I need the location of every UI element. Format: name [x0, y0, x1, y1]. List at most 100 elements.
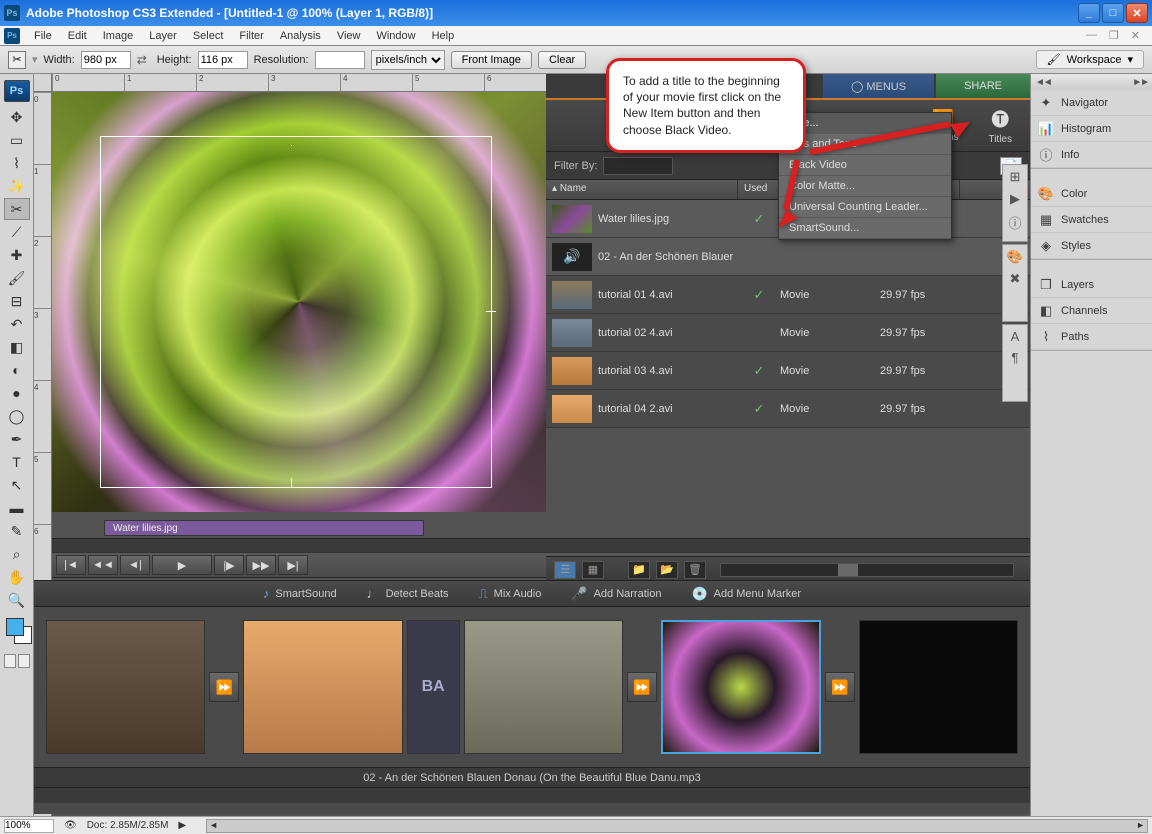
menu-view[interactable]: View — [329, 28, 369, 44]
zoom-input[interactable] — [4, 819, 54, 833]
new-folder-icon[interactable]: 📂 — [656, 561, 678, 579]
color-swatches[interactable] — [4, 616, 30, 648]
app-menu-icon[interactable]: Ps — [4, 28, 20, 44]
dock-tab-2[interactable]: 🎨✖ — [1002, 244, 1028, 322]
clear-button[interactable]: Clear — [538, 51, 586, 69]
path-tool[interactable]: ↖ — [4, 474, 30, 496]
move-tool[interactable]: ✥ — [4, 106, 30, 128]
menu-select[interactable]: Select — [185, 28, 232, 44]
play[interactable]: ▶ — [152, 555, 212, 575]
menu-image[interactable]: Image — [95, 28, 142, 44]
layers-panel[interactable]: ❐Layers — [1031, 272, 1152, 298]
titles-button[interactable]: 🅣Titles — [988, 106, 1012, 145]
add-narration-button[interactable]: 🎤Add Narration — [571, 586, 661, 602]
zoom-tool[interactable]: 🔍 — [4, 589, 30, 611]
standard-mode[interactable] — [4, 654, 16, 668]
blur-tool[interactable]: ● — [4, 382, 30, 404]
timeline-clip[interactable]: Water lilies.jpg — [104, 520, 424, 536]
media-row[interactable]: 🔊02 - An der Schönen Blauer — [546, 238, 1030, 276]
step-back[interactable]: ◄| — [120, 555, 150, 575]
styles-panel[interactable]: ◈Styles — [1031, 233, 1152, 259]
dock-tab-3[interactable]: A¶ — [1002, 324, 1028, 402]
menu-analysis[interactable]: Analysis — [272, 28, 329, 44]
clip[interactable] — [243, 620, 402, 754]
media-row[interactable]: tutorial 04 2.avi✓Movie29.97 fps — [546, 390, 1030, 428]
workspace-dropdown[interactable]: 🖌 Workspace ▾ — [1036, 50, 1144, 69]
tab-menus[interactable]: ◯ MENUS — [823, 74, 934, 98]
filter-dropdown-1[interactable] — [603, 157, 673, 175]
media-row[interactable]: tutorial 02 4.aviMovie29.97 fps — [546, 314, 1030, 352]
height-input[interactable] — [198, 51, 248, 69]
smartsound-button[interactable]: ♪SmartSound — [263, 586, 337, 601]
view-list[interactable]: ☰ — [554, 561, 576, 579]
channels-panel[interactable]: ◧Channels — [1031, 298, 1152, 324]
add-marker-button[interactable]: 💿Add Menu Marker — [691, 586, 801, 602]
resolution-input[interactable] — [315, 51, 365, 69]
eraser-tool[interactable]: ◧ — [4, 336, 30, 358]
navigator-panel[interactable]: ✦Navigator — [1031, 90, 1152, 116]
stamp-tool[interactable]: ⊟ — [4, 290, 30, 312]
transition[interactable]: ⏩ — [209, 672, 239, 702]
clip[interactable] — [859, 620, 1018, 754]
swatches-panel[interactable]: ▦Swatches — [1031, 207, 1152, 233]
transition[interactable]: ⏩ — [627, 672, 657, 702]
notes-tool[interactable]: ✎ — [4, 520, 30, 542]
trash-icon[interactable]: 🗑 — [684, 561, 706, 579]
crop-tool[interactable]: ✂ — [4, 198, 30, 220]
menu-window[interactable]: Window — [368, 28, 423, 44]
eyedropper-tool[interactable]: ⌕ — [4, 543, 30, 565]
goto-start[interactable]: |◄ — [56, 555, 86, 575]
transition[interactable]: ⏩ — [825, 672, 855, 702]
horizontal-scrollbar[interactable] — [206, 819, 1148, 833]
marquee-tool[interactable]: ▭ — [4, 129, 30, 151]
menu-layer[interactable]: Layer — [141, 28, 185, 44]
clip[interactable] — [46, 620, 205, 754]
menu-edit[interactable]: Edit — [60, 28, 95, 44]
col-name[interactable]: ▴ Name — [546, 180, 738, 199]
media-row[interactable]: tutorial 01 4.avi✓Movie29.97 fps — [546, 276, 1030, 314]
rewind[interactable]: ◄◄ — [88, 555, 118, 575]
mix-audio-button[interactable]: ⎍Mix Audio — [479, 586, 542, 602]
menu-help[interactable]: Help — [424, 28, 463, 44]
color-panel[interactable]: 🎨Color — [1031, 181, 1152, 207]
doc-close[interactable]: ✕ — [1127, 29, 1144, 42]
media-scrollbar[interactable] — [720, 563, 1014, 577]
dodge-tool[interactable]: ◯ — [4, 405, 30, 427]
swap-icon[interactable]: ⇄ — [137, 53, 151, 67]
menu-filter[interactable]: Filter — [231, 28, 271, 44]
crop-boundary[interactable] — [100, 136, 492, 488]
fast-fwd[interactable]: ▶▶ — [246, 555, 276, 575]
goto-end[interactable]: ▶| — [278, 555, 308, 575]
history-brush-tool[interactable]: ↶ — [4, 313, 30, 335]
chevron-right-icon[interactable]: ▶ — [178, 820, 186, 831]
wand-tool[interactable]: ✨ — [4, 175, 30, 197]
step-fwd[interactable]: |▶ — [214, 555, 244, 575]
info-panel[interactable]: ⓘInfo — [1031, 142, 1152, 168]
clip-selected[interactable] — [661, 620, 820, 754]
media-row[interactable]: tutorial 03 4.avi✓Movie29.97 fps — [546, 352, 1030, 390]
clip[interactable] — [464, 620, 623, 754]
resolution-unit[interactable]: pixels/inch — [371, 50, 445, 70]
foreground-color[interactable] — [6, 618, 24, 636]
pen-tool[interactable]: ✒ — [4, 428, 30, 450]
width-input[interactable] — [81, 51, 131, 69]
folder-icon[interactable]: 📁 — [628, 561, 650, 579]
heal-tool[interactable]: ✚ — [4, 244, 30, 266]
clip-title[interactable]: BA — [407, 620, 460, 754]
storyboard-scrollbar[interactable] — [34, 787, 1030, 803]
slice-tool[interactable]: ⟋ — [4, 221, 30, 243]
quickmask-mode[interactable] — [18, 654, 30, 668]
type-tool[interactable]: T — [4, 451, 30, 473]
tab-share[interactable]: SHARE — [936, 74, 1030, 98]
detect-beats-button[interactable]: ♩Detect Beats — [367, 586, 449, 601]
dock-tab-1[interactable]: ⊞▶ⓘ — [1002, 164, 1028, 242]
canvas-image[interactable] — [52, 92, 546, 512]
shape-tool[interactable]: ▬ — [4, 497, 30, 519]
close-button[interactable]: ✕ — [1126, 3, 1148, 23]
crop-tool-icon[interactable]: ✂ — [8, 51, 26, 69]
front-image-button[interactable]: Front Image — [451, 51, 532, 69]
doc-minimize[interactable]: — — [1082, 29, 1101, 42]
gradient-tool[interactable]: ◐ — [4, 359, 30, 381]
minimize-button[interactable]: _ — [1078, 3, 1100, 23]
doc-restore[interactable]: ❐ — [1105, 29, 1123, 42]
